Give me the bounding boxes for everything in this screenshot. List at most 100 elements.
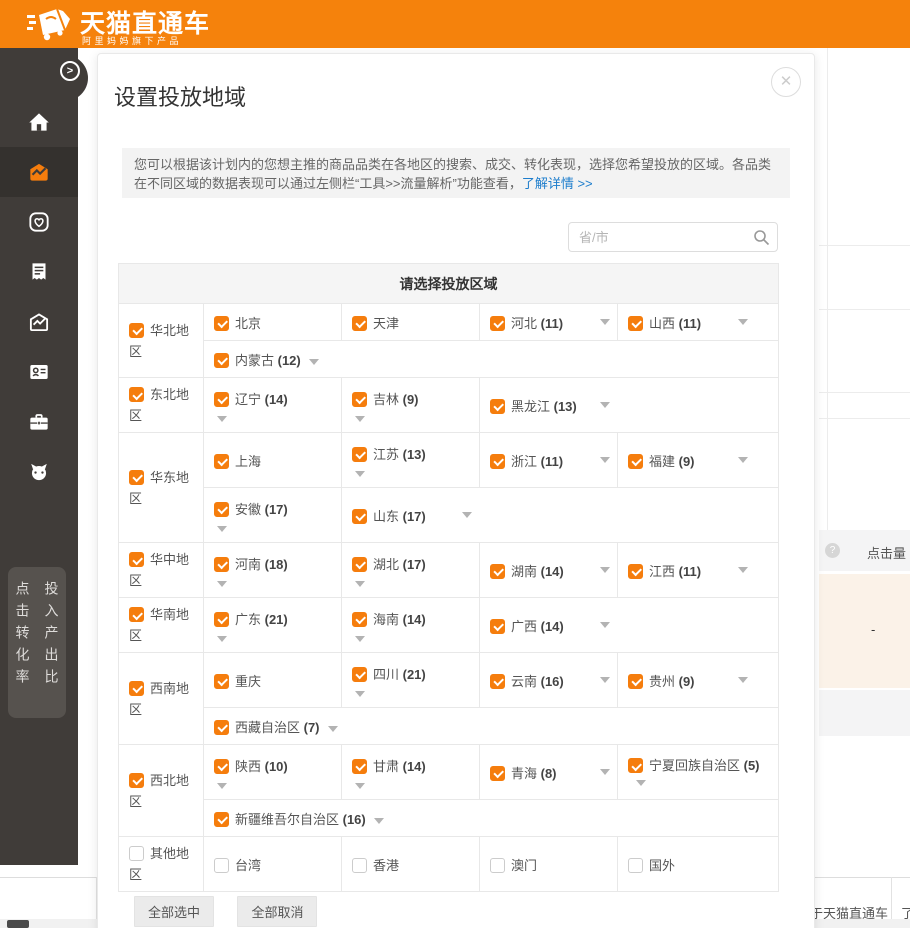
expand-cities-arrow-icon[interactable] <box>738 457 748 463</box>
province-checkbox[interactable] <box>628 564 643 579</box>
report-icon <box>26 309 52 335</box>
region-checkbox[interactable] <box>129 681 144 696</box>
expand-cities-arrow-icon[interactable] <box>217 416 227 422</box>
sidebar-item-campaign[interactable] <box>0 147 78 197</box>
province-checkbox[interactable] <box>214 454 229 469</box>
province-checkbox[interactable] <box>628 316 643 331</box>
province-checkbox[interactable] <box>214 353 229 368</box>
expand-cities-arrow-icon[interactable] <box>217 783 227 789</box>
select-all-button[interactable]: 全部选中 <box>134 896 214 927</box>
province-checkbox[interactable] <box>352 667 367 682</box>
province-cell: 台湾 <box>204 837 342 892</box>
province-checkbox[interactable] <box>214 674 229 689</box>
province-checkbox[interactable] <box>214 858 229 873</box>
expand-cities-arrow-icon[interactable] <box>600 319 610 325</box>
expand-cities-arrow-icon[interactable] <box>738 677 748 683</box>
expand-cities-arrow-icon[interactable] <box>217 581 227 587</box>
close-icon[interactable]: ✕ <box>771 67 801 97</box>
province-checkbox[interactable] <box>352 759 367 774</box>
province-cell: 湖北 (17) <box>342 543 480 598</box>
metric-roi: 投入产出比 <box>42 581 62 718</box>
expand-cities-arrow-icon[interactable] <box>600 677 610 683</box>
province-checkbox[interactable] <box>490 619 505 634</box>
expand-cities-arrow-icon[interactable] <box>374 818 384 824</box>
expand-cities-arrow-icon[interactable] <box>600 402 610 408</box>
province-checkbox[interactable] <box>214 316 229 331</box>
province-checkbox[interactable] <box>214 812 229 827</box>
province-checkbox[interactable] <box>352 557 367 572</box>
expand-cities-arrow-icon[interactable] <box>328 726 338 732</box>
sidebar-item-home[interactable] <box>0 97 78 147</box>
province-checkbox[interactable] <box>214 612 229 627</box>
expand-cities-arrow-icon[interactable] <box>217 636 227 642</box>
sidebar-metric-panel[interactable]: 点击转化率 投入产出比 <box>8 567 66 718</box>
province-cell: 黑龙江 (13) <box>480 378 779 433</box>
footer-widget[interactable] <box>7 920 29 928</box>
sidebar-item-toolbox[interactable] <box>0 397 78 447</box>
province-checkbox[interactable] <box>352 392 367 407</box>
account-card-icon <box>26 359 52 385</box>
province-checkbox[interactable] <box>490 399 505 414</box>
learn-more-link[interactable]: 了解详情 >> <box>522 176 593 191</box>
region-checkbox[interactable] <box>129 470 144 485</box>
province-checkbox[interactable] <box>352 316 367 331</box>
search-icon[interactable] <box>753 229 770 246</box>
sidebar-item-report[interactable] <box>0 297 78 347</box>
province-checkbox[interactable] <box>628 858 643 873</box>
expand-cities-arrow-icon[interactable] <box>355 581 365 587</box>
region-row: 安徽 (17)山东 (17) <box>119 488 779 543</box>
province-checkbox[interactable] <box>628 758 643 773</box>
collapse-sidebar-button[interactable]: > <box>60 61 80 81</box>
region-checkbox[interactable] <box>129 552 144 567</box>
sidebar-item-orders[interactable] <box>0 247 78 297</box>
province-checkbox[interactable] <box>214 759 229 774</box>
expand-cities-arrow-icon[interactable] <box>600 567 610 573</box>
region-checkbox[interactable] <box>129 387 144 402</box>
province-checkbox[interactable] <box>490 316 505 331</box>
expand-cities-arrow-icon[interactable] <box>217 526 227 532</box>
expand-cities-arrow-icon[interactable] <box>355 783 365 789</box>
province-checkbox[interactable] <box>490 858 505 873</box>
help-icon[interactable]: ? <box>825 543 840 558</box>
province-checkbox[interactable] <box>490 564 505 579</box>
province-checkbox[interactable] <box>352 612 367 627</box>
expand-cities-arrow-icon[interactable] <box>462 512 472 518</box>
province-label: 广西 (14) <box>511 619 564 634</box>
sidebar-item-account-card[interactable] <box>0 347 78 397</box>
region-checkbox[interactable] <box>129 607 144 622</box>
expand-cities-arrow-icon[interactable] <box>738 567 748 573</box>
expand-cities-arrow-icon[interactable] <box>600 769 610 775</box>
province-checkbox[interactable] <box>352 509 367 524</box>
expand-cities-arrow-icon[interactable] <box>636 780 646 786</box>
sidebar-item-favorites[interactable] <box>0 197 78 247</box>
province-checkbox[interactable] <box>628 674 643 689</box>
expand-cities-arrow-icon[interactable] <box>600 622 610 628</box>
expand-cities-arrow-icon[interactable] <box>600 457 610 463</box>
region-group-cell: 东北地区 <box>119 378 204 433</box>
province-checkbox[interactable] <box>214 557 229 572</box>
province-checkbox[interactable] <box>214 502 229 517</box>
province-checkbox[interactable] <box>490 454 505 469</box>
expand-cities-arrow-icon[interactable] <box>355 471 365 477</box>
province-checkbox[interactable] <box>214 392 229 407</box>
region-row: 华南地区广东 (21)海南 (14)广西 (14) <box>119 598 779 653</box>
bg-row-divider <box>819 245 910 246</box>
expand-cities-arrow-icon[interactable] <box>355 691 365 697</box>
expand-cities-arrow-icon[interactable] <box>309 359 319 365</box>
region-checkbox[interactable] <box>129 773 144 788</box>
province-checkbox[interactable] <box>628 454 643 469</box>
search-input[interactable] <box>569 223 751 251</box>
province-label: 宁夏回族自治区 (5) <box>649 758 760 773</box>
deselect-all-button[interactable]: 全部取消 <box>237 896 317 927</box>
region-checkbox[interactable] <box>129 323 144 338</box>
province-checkbox[interactable] <box>352 447 367 462</box>
expand-cities-arrow-icon[interactable] <box>738 319 748 325</box>
sidebar-item-tmall-cat[interactable] <box>0 447 78 497</box>
province-checkbox[interactable] <box>352 858 367 873</box>
province-checkbox[interactable] <box>490 766 505 781</box>
region-checkbox[interactable] <box>129 846 144 861</box>
province-checkbox[interactable] <box>490 674 505 689</box>
expand-cities-arrow-icon[interactable] <box>355 416 365 422</box>
province-checkbox[interactable] <box>214 720 229 735</box>
expand-cities-arrow-icon[interactable] <box>355 636 365 642</box>
